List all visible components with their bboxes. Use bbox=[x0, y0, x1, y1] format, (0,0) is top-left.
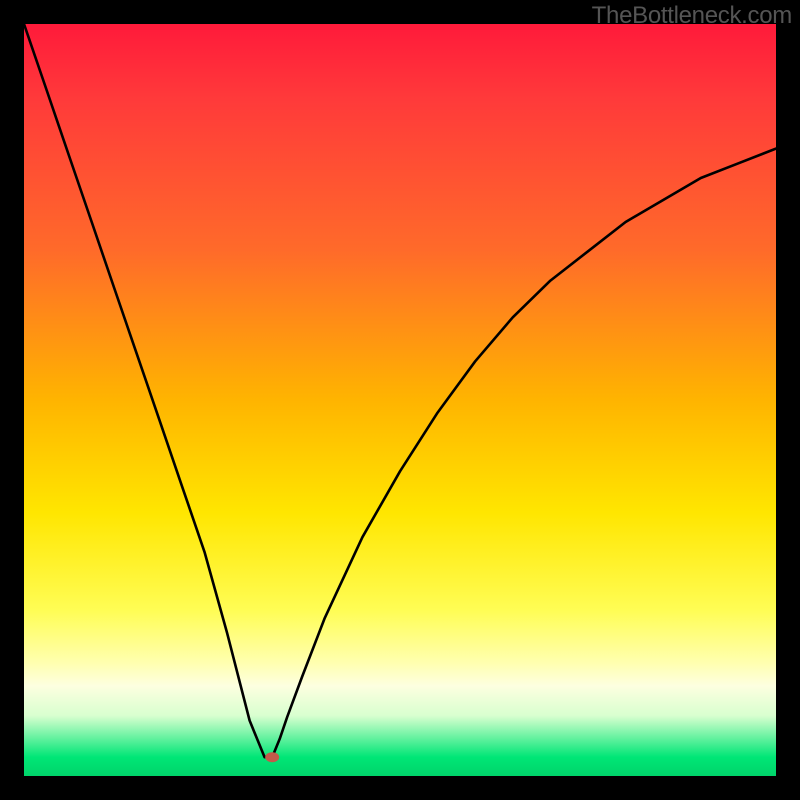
bottleneck-curve bbox=[24, 24, 776, 757]
attribution-text: TheBottleneck.com bbox=[592, 2, 792, 30]
chart-frame: TheBottleneck.com bbox=[0, 0, 800, 800]
min-marker bbox=[265, 752, 279, 762]
curve-svg bbox=[24, 24, 776, 776]
plot-area bbox=[24, 24, 776, 776]
